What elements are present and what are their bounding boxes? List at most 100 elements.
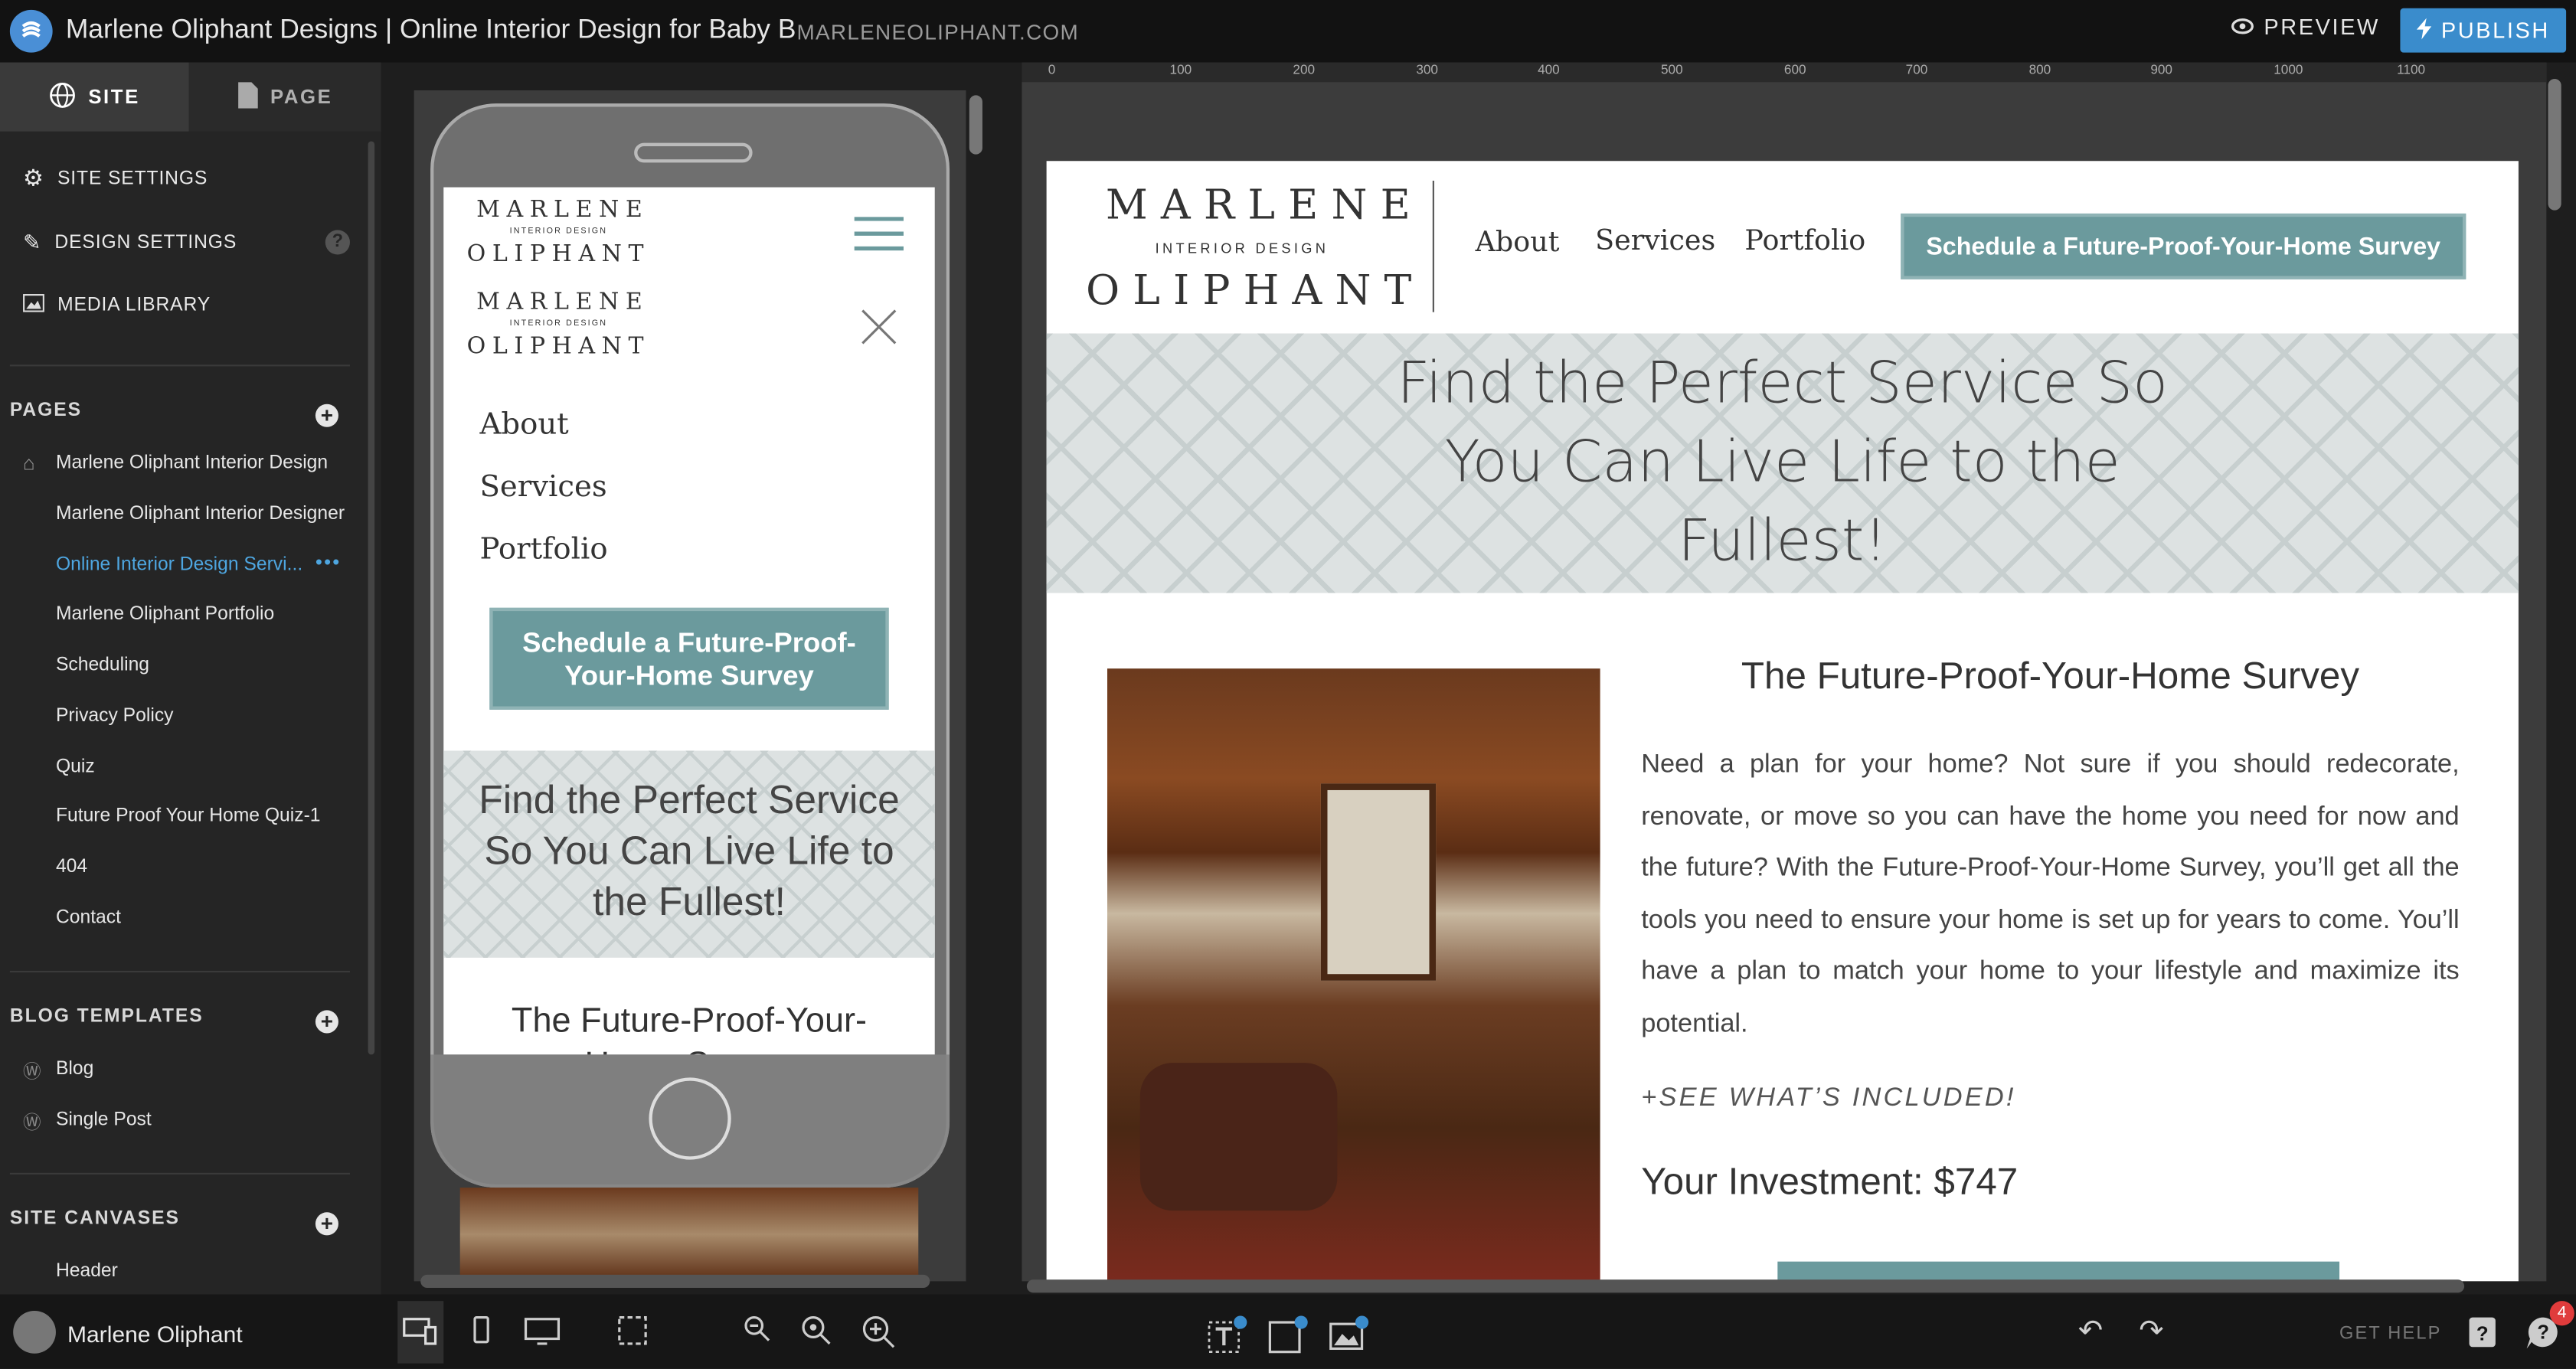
blog-template-item[interactable]: Blog <box>56 1060 93 1080</box>
mobile-logo-sub: INTERIOR DESIGN <box>509 227 608 237</box>
canvas-item[interactable]: Header <box>56 1262 118 1282</box>
home-button-icon[interactable] <box>649 1077 731 1160</box>
cta-button[interactable]: Schedule a Future-Proof-Your-Home Survey <box>1901 213 2466 279</box>
bottom-button[interactable] <box>1777 1261 2340 1282</box>
blog-template-item[interactable]: Single Post <box>56 1110 152 1130</box>
zoom-in-icon[interactable] <box>861 1314 897 1358</box>
library-photo[interactable] <box>1107 668 1600 1282</box>
mobile-menu-logo-top: MARLENE <box>476 289 649 315</box>
wordpress-icon: Ⓦ <box>23 1113 41 1134</box>
add-canvas-button[interactable]: + <box>315 1211 338 1236</box>
site-domain[interactable]: MARLENEOLIPHANT.COM <box>797 20 1080 44</box>
mobile-logo-bottom: OLIPHANT <box>466 241 651 268</box>
mobile-nav-about[interactable]: About <box>479 407 568 442</box>
mobile-nav-portfolio[interactable]: Portfolio <box>479 532 607 567</box>
ruler: 0 100 200 300 400 500 600 700 800 900 10… <box>1022 62 2547 83</box>
nav-portfolio[interactable]: Portfolio <box>1744 225 1865 258</box>
mobile-cta-button[interactable]: Schedule a Future-Proof-Your-Home Survey <box>489 607 889 710</box>
hamburger-icon[interactable] <box>854 217 904 261</box>
mobile-survey-title: The Future-Proof-Your-Home Survey <box>511 1001 868 1055</box>
page-item[interactable]: Future Proof Your Home Quiz-1 <box>56 806 321 826</box>
see-included-link[interactable]: +SEE WHAT’S INCLUDED! <box>1641 1084 2015 1114</box>
mobile-hscrollbar[interactable] <box>420 1274 930 1288</box>
site-logo-bottom: OLIPHANT <box>1086 266 1425 314</box>
hero-title: Find the Perfect Service So You Can Live… <box>1397 351 2169 575</box>
top-bar: Marlene Oliphant Designs | Online Interi… <box>0 0 2576 63</box>
mobile-screen[interactable]: MARLENE INTERIOR DESIGN OLIPHANT MARLENE… <box>443 187 935 1055</box>
user-name: Marlene Oliphant <box>67 1320 243 1348</box>
mobile-icon[interactable] <box>472 1314 492 1355</box>
zoom-fit-icon[interactable] <box>800 1314 833 1355</box>
add-shape-icon[interactable] <box>1267 1314 1309 1361</box>
add-text-icon[interactable] <box>1206 1314 1249 1361</box>
sidebar-scrollbar[interactable] <box>368 141 375 1055</box>
image-icon <box>23 294 44 317</box>
ruler-tick: 900 <box>2150 62 2172 77</box>
publish-button[interactable]: PUBLISH <box>2400 8 2567 53</box>
globe-icon <box>49 81 75 113</box>
help-icon[interactable]: ? <box>325 230 350 255</box>
add-page-button[interactable]: + <box>315 404 338 427</box>
media-library-label: MEDIA LIBRARY <box>57 296 211 315</box>
lightning-icon <box>2416 17 2431 44</box>
avatar[interactable] <box>13 1311 56 1354</box>
zoom-out-icon[interactable] <box>743 1314 773 1351</box>
canvas-hscrollbar[interactable] <box>1026 1279 2465 1293</box>
close-icon[interactable] <box>861 309 897 353</box>
mobile-preview: MARLENE INTERIOR DESIGN OLIPHANT MARLENE… <box>414 90 966 1282</box>
site-settings-item[interactable]: ⚙ SITE SETTINGS <box>23 165 208 192</box>
redo-icon[interactable]: ↷ <box>2139 1314 2163 1348</box>
more-options-icon[interactable]: ••• <box>315 551 341 573</box>
ruler-tick: 100 <box>1169 62 1192 77</box>
page-item[interactable]: Contact <box>56 908 121 928</box>
ruler-tick: 800 <box>2028 62 2051 77</box>
canvas-vscrollbar[interactable] <box>2548 78 2561 211</box>
ruler-tick: 1100 <box>2397 62 2426 77</box>
divider <box>9 970 350 973</box>
mobile-nav-services[interactable]: Services <box>479 470 606 505</box>
canvas-area: 0 100 200 300 400 500 600 700 800 900 10… <box>1022 62 2547 1282</box>
page-item[interactable]: 404 <box>56 858 87 877</box>
add-blog-template-button[interactable]: + <box>315 1009 338 1034</box>
ruler-tick: 400 <box>1538 62 1560 77</box>
page-icon <box>237 81 257 113</box>
page-item[interactable]: Marlene Oliphant Interior Design <box>56 453 328 473</box>
page-item[interactable]: Privacy Policy <box>56 707 174 727</box>
blog-templates-heading: BLOG TEMPLATES <box>9 1007 204 1027</box>
home-icon: ⌂ <box>23 451 35 475</box>
get-help-link[interactable]: GET HELP <box>2339 1324 2441 1344</box>
media-library-item[interactable]: MEDIA LIBRARY <box>23 294 211 317</box>
page-item[interactable]: Scheduling <box>56 655 149 675</box>
site-settings-label: SITE SETTINGS <box>57 168 208 188</box>
tab-page-label: PAGE <box>270 85 333 109</box>
site-page[interactable]: MARLENE INTERIOR DESIGN OLIPHANT About S… <box>1046 161 2519 1282</box>
mobile-logo-top: MARLENE <box>476 197 649 224</box>
ruler-tick: 300 <box>1416 62 1438 77</box>
preview-button[interactable]: PREVIEW <box>2231 15 2380 39</box>
page-item[interactable]: Marlene Oliphant Portfolio <box>56 605 274 625</box>
undo-icon[interactable]: ↶ <box>2078 1314 2103 1348</box>
tab-page[interactable]: PAGE <box>188 62 381 132</box>
investment-price: Your Investment: $747 <box>1641 1159 2019 1203</box>
mobile-scrollbar[interactable] <box>969 95 982 155</box>
desktop-mobile-icon[interactable] <box>403 1314 439 1355</box>
page-item[interactable]: Quiz <box>56 757 95 777</box>
bottom-bar: Marlene Oliphant ↶ ↷ GET HELP ? ? 4 <box>0 1294 2576 1369</box>
desktop-icon[interactable] <box>524 1314 561 1355</box>
nav-services[interactable]: Services <box>1595 225 1715 258</box>
wordpress-icon: Ⓦ <box>23 1063 41 1083</box>
add-image-icon[interactable] <box>1327 1314 1370 1361</box>
nav-about[interactable]: About <box>1476 227 1560 260</box>
notification-badge[interactable]: 4 <box>2549 1301 2574 1326</box>
page-item-active[interactable]: Online Interior Design Servi... <box>56 555 302 575</box>
ruler-tick: 700 <box>1905 62 1928 77</box>
page-item[interactable]: Marlene Oliphant Interior Designer <box>56 505 345 524</box>
tab-site[interactable]: SITE <box>0 62 189 132</box>
design-settings-item[interactable]: ✎ DESIGN SETTINGS <box>23 230 237 256</box>
select-area-icon[interactable] <box>616 1314 649 1355</box>
preview-label: PREVIEW <box>2264 15 2380 40</box>
survey-title: The Future-Proof-Your-Home Survey <box>1741 653 2360 697</box>
docs-icon[interactable]: ? <box>2466 1314 2499 1358</box>
app-logo-icon[interactable] <box>9 9 53 53</box>
mobile-photo <box>459 1188 919 1282</box>
